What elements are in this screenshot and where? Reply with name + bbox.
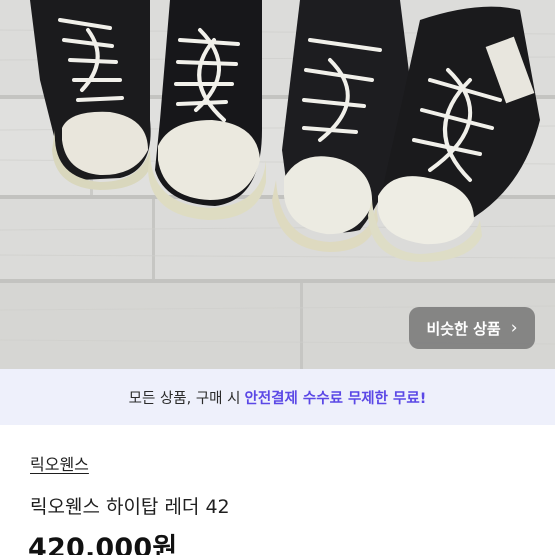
similar-items-label: 비슷한 상품 xyxy=(426,319,501,338)
chevron-right-icon: › xyxy=(510,318,518,338)
promo-text: 모든 상품, 구매 시 xyxy=(128,390,241,407)
product-photo[interactable]: 비슷한 상품 › xyxy=(0,0,555,369)
promo-banner[interactable]: 모든 상품, 구매 시 안전결제 수수료 무제한 무료! xyxy=(0,369,555,425)
brand-link[interactable]: 릭오웬스 xyxy=(30,451,89,475)
similar-items-button[interactable]: 비슷한 상품 › xyxy=(409,307,535,349)
promo-highlight: 안전결제 수수료 무제한 무료! xyxy=(244,390,427,407)
product-price: 420,000원 xyxy=(28,533,178,555)
product-title: 릭오웬스 하이탑 레더 42 xyxy=(30,496,230,518)
